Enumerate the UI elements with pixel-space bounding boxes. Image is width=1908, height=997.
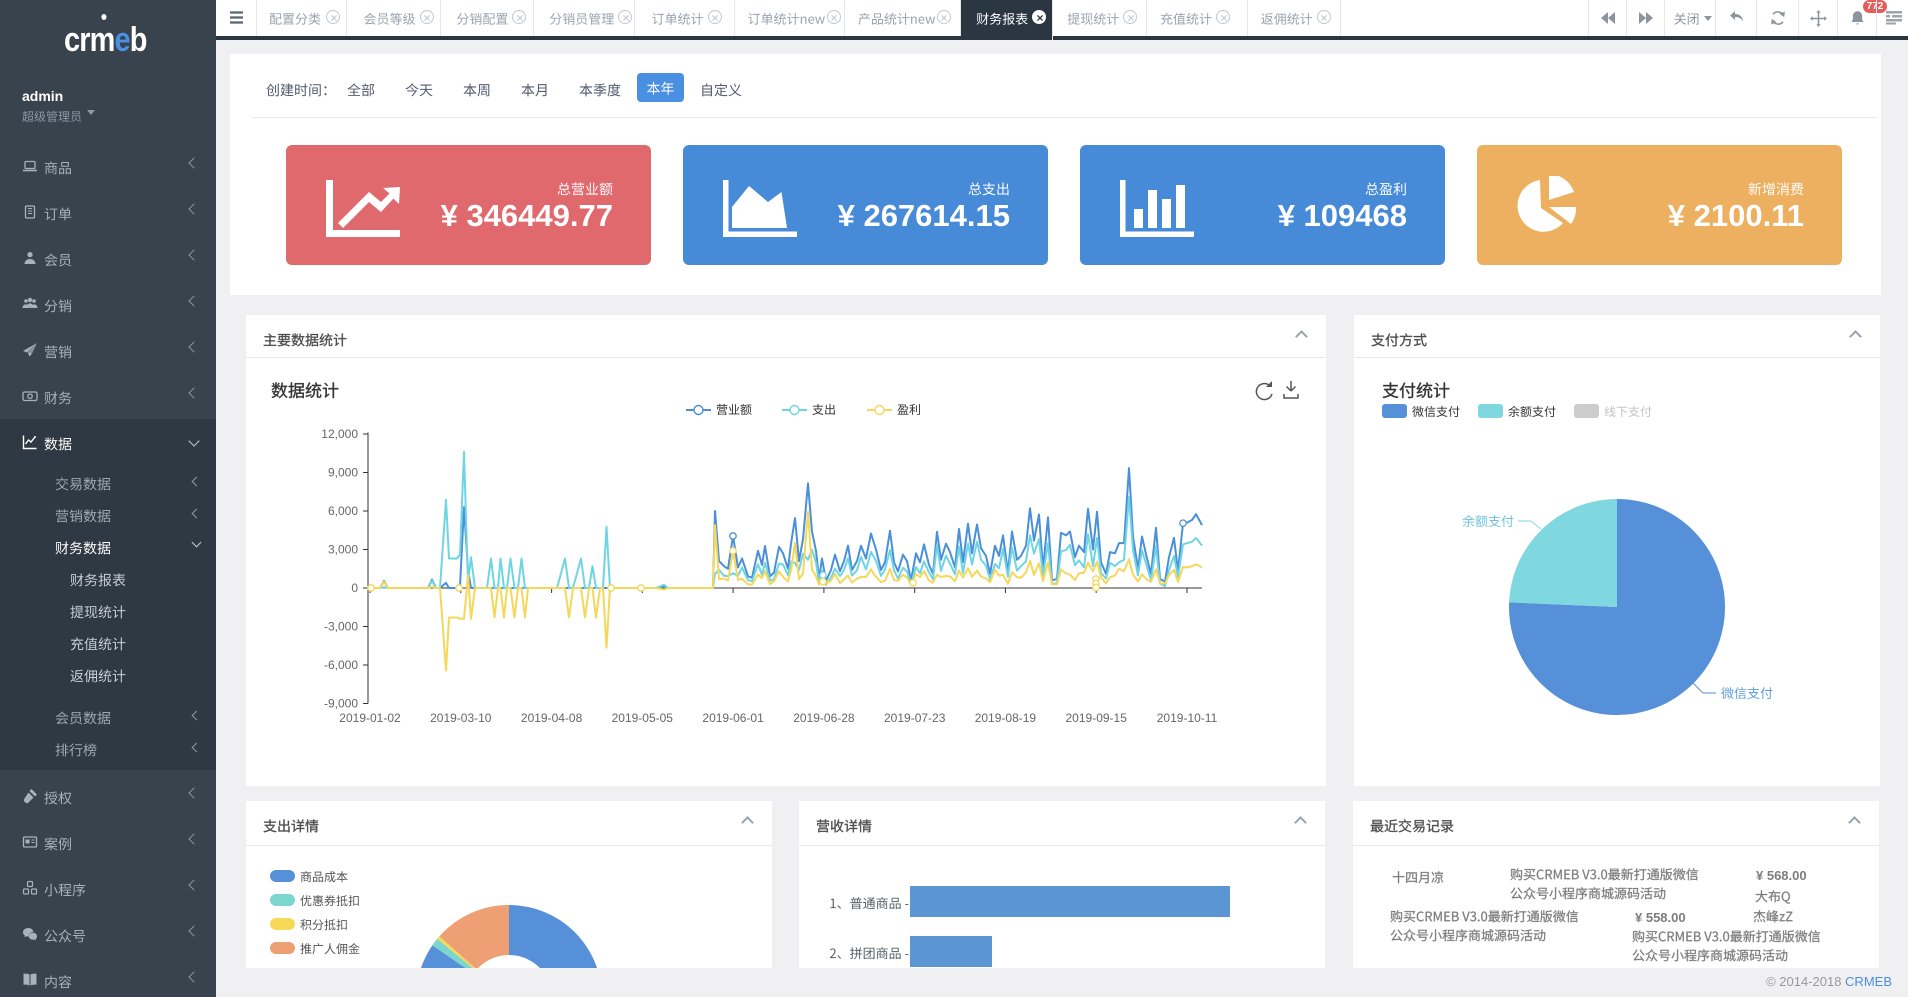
- svg-text:3,000: 3,000: [328, 543, 358, 557]
- svg-text:-3,000: -3,000: [324, 620, 358, 634]
- svg-text:2019-06-01: 2019-06-01: [702, 711, 764, 725]
- svg-text:2019-06-28: 2019-06-28: [793, 711, 855, 725]
- svg-text:2019-07-23: 2019-07-23: [884, 711, 946, 725]
- svg-text:2019-05-05: 2019-05-05: [612, 711, 674, 725]
- svg-text:-6,000: -6,000: [324, 658, 358, 672]
- svg-text:2019-09-15: 2019-09-15: [1066, 711, 1128, 725]
- svg-text:-9,000: -9,000: [324, 697, 358, 711]
- svg-text:2019-03-10: 2019-03-10: [430, 711, 492, 725]
- svg-text:2019-10-11: 2019-10-11: [1157, 711, 1218, 725]
- svg-text:2019-04-08: 2019-04-08: [521, 711, 583, 725]
- svg-text:0: 0: [351, 581, 358, 595]
- svg-text:2019-01-02: 2019-01-02: [339, 711, 401, 725]
- svg-text:12,000: 12,000: [321, 427, 358, 441]
- svg-text:2019-08-19: 2019-08-19: [975, 711, 1037, 725]
- svg-text:9,000: 9,000: [328, 466, 358, 480]
- svg-text:6,000: 6,000: [328, 504, 358, 518]
